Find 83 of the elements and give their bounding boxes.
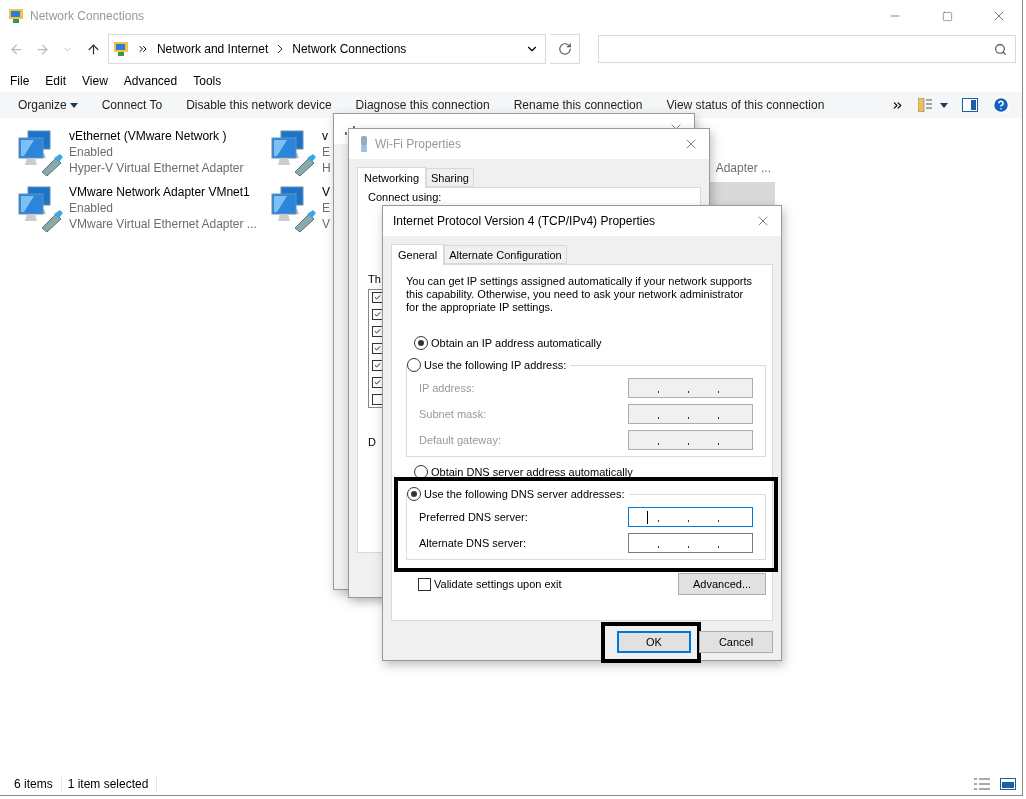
adapter-name[interactable]: VMware Network Adapter VMnet1 [69,184,257,200]
adapter-status: E [322,144,331,160]
adapter-plug-icon [359,136,369,152]
field-label: IP address: [419,382,475,394]
breadcrumb[interactable]: Network Connections [292,42,407,56]
check-icon [374,294,381,301]
field-label: Alternate DNS server: [419,537,526,549]
adapter-status: Enabled [69,144,115,160]
section-label: D [368,436,376,448]
adapter-name[interactable]: vEthernet (VMware Network ) [69,128,244,144]
command-button[interactable]: Disable this network device [178,98,340,112]
radio-button[interactable] [414,336,428,350]
refresh-icon [557,42,572,56]
adapter-device: VMware Virtual Ethernet Adapter ... [69,216,257,232]
overflow-chevron-icon [136,43,149,55]
adapter-device: Hyper-V Virtual Ethernet Adapter [69,160,244,176]
radio-label: Use the following DNS server addresses: [424,488,625,500]
checkbox[interactable] [372,394,383,405]
section-label: Th [368,273,381,285]
section-label: Connect using: [368,191,442,203]
ip-address-field[interactable] [628,533,753,553]
checkbox-label: Validate settings upon exit [434,578,562,590]
network-adapter-icon [269,184,317,232]
field-label: Subnet mask: [419,408,487,420]
window-title: Network Connections [30,9,146,23]
dialog-button[interactable]: OK [617,631,691,653]
adapter-device: Adapter ... [715,160,771,176]
check-icon [374,379,381,386]
search-icon [994,42,1007,56]
refresh-button[interactable] [549,34,581,64]
preview-pane-icon[interactable] [962,98,978,112]
help-icon[interactable] [992,96,1010,114]
adapter-name[interactable]: v [322,128,331,144]
menu-item[interactable]: File [2,74,38,88]
large-icons-view-icon[interactable] [1000,778,1016,790]
network-folder-icon [8,8,24,24]
check-icon [374,328,381,335]
adapter-device: V [322,216,330,232]
ip-address-field[interactable] [628,507,753,527]
menu-item[interactable]: View [74,74,116,88]
checkbox[interactable] [418,577,431,591]
radio-button[interactable] [407,487,421,501]
tab[interactable]: Alternate Configuration [444,245,567,264]
tab[interactable]: General [391,244,445,265]
tab[interactable]: Sharing [426,168,474,187]
intro-text: You can get IP settings assigned automatically if your network supports this capability. Otherwise, you need to ask your network administrator for the appropriate IP settings. [406,275,754,314]
check-icon [374,362,381,369]
dialog-button[interactable]: Cancel [699,631,773,653]
search-field[interactable] [598,35,1016,63]
view-options-icon[interactable] [918,98,948,112]
adapter-name[interactable]: V [322,184,330,200]
breadcrumb[interactable]: Network and Internet [156,42,269,56]
command-button[interactable]: Connect To [93,98,171,112]
network-adapter-icon [269,128,317,176]
tab[interactable]: Networking [357,167,427,188]
network-adapter-icon [16,184,64,232]
field-label: Default gateway: [419,434,501,446]
dialog-title: Wi-Fi Properties [375,137,462,151]
menu-item[interactable]: Edit [37,74,75,88]
dialog-title: Internet Protocol Version 4 (TCP/IPv4) Properties [393,214,657,228]
radio-label: Obtain an IP address automatically [431,337,602,349]
item-count: 6 items [14,777,62,791]
adapter-status: E [322,200,330,216]
check-icon [374,345,381,352]
radio-label: Use the following IP address: [424,359,567,371]
check-icon [374,311,381,318]
command-button[interactable]: Rename this connection [505,98,651,112]
address-bar[interactable]: Network and Internet Network Connections [107,34,546,64]
adapter-device: H [322,160,331,176]
command-button[interactable]: Organize [10,98,86,112]
network-adapter-icon [16,128,64,176]
radio-label: Obtain DNS server address automatically [431,466,633,478]
field-label: Preferred DNS server: [419,511,528,523]
adapter-status: Enabled [69,200,115,216]
radio-button[interactable] [407,358,421,372]
advanced-button[interactable]: Advanced... [678,573,766,595]
network-folder-icon [112,41,129,57]
breadcrumb-chevron-icon [276,44,285,54]
command-button[interactable]: View status of this connection [658,98,833,112]
selection-count: 1 item selected [67,777,158,791]
command-button[interactable]: Diagnose this connection [347,98,498,112]
menu-item[interactable]: Advanced [115,74,186,88]
menu-item[interactable]: Tools [185,74,230,88]
